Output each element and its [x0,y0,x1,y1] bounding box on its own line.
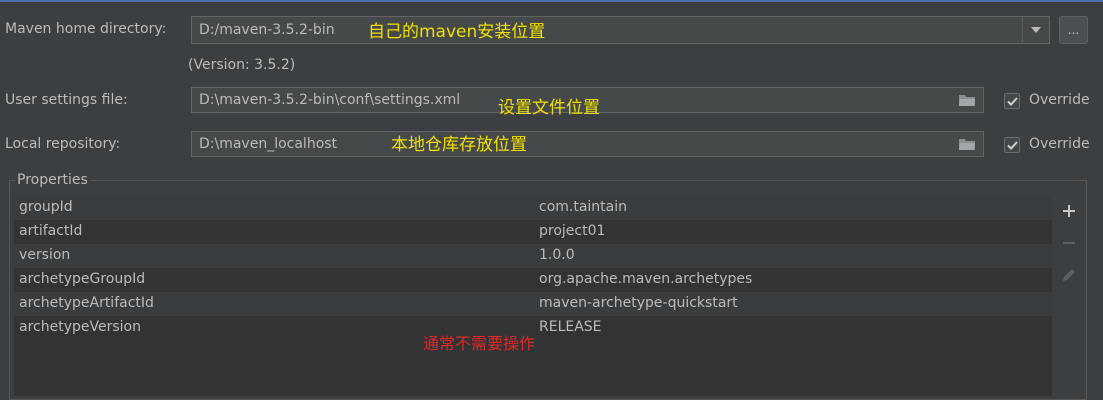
property-value: project01 [539,223,606,239]
maven-home-dropdown-button[interactable] [1022,16,1050,44]
table-row[interactable]: archetypeArtifactId maven-archetype-quic… [14,292,1052,316]
property-key: archetypeArtifactId [19,295,154,311]
maven-version-text: (Version: 3.5.2) [188,57,296,73]
user-settings-label: User settings file: [5,92,128,108]
window-top-border [0,0,1103,2]
local-repo-input[interactable]: D:\maven_localhost [191,131,984,157]
folder-icon[interactable] [959,138,975,150]
property-value: com.taintain [539,199,628,215]
checkmark-icon [1006,96,1018,106]
local-repo-override-checkbox[interactable] [1004,137,1020,153]
property-value: RELEASE [539,319,602,335]
property-key: groupId [19,199,73,215]
properties-title: Properties [15,172,90,188]
properties-table[interactable]: groupId com.taintain artifactId project0… [14,196,1052,396]
maven-home-annotation: 自己的maven安装位置 [368,22,546,42]
maven-home-input[interactable]: D:/maven-3.5.2-bin [191,16,1023,44]
local-repo-label: Local repository: [5,136,121,152]
property-value: maven-archetype-quickstart [539,295,738,311]
table-row[interactable]: archetypeGroupId org.apache.maven.archet… [14,268,1052,292]
maven-home-label: Maven home directory: [5,21,167,37]
user-settings-override-checkbox[interactable] [1004,93,1020,109]
remove-property-button[interactable] [1058,232,1080,254]
local-repo-value: D:\maven_localhost [199,136,338,152]
chevron-down-icon [1031,27,1041,33]
browse-button-label: ... [1067,23,1080,37]
table-row[interactable]: version 1.0.0 [14,244,1052,268]
table-row[interactable]: artifactId project01 [14,220,1052,244]
folder-icon[interactable] [959,94,975,106]
edit-property-button[interactable] [1058,264,1080,286]
property-key: archetypeGroupId [19,271,146,287]
property-key: artifactId [19,223,83,239]
property-key: archetypeVersion [19,319,141,335]
property-value: org.apache.maven.archetypes [539,271,753,287]
pencil-icon [1063,269,1075,281]
property-value: 1.0.0 [539,247,575,263]
maven-home-browse-button[interactable]: ... [1059,16,1088,44]
property-key: version [19,247,71,263]
checkmark-icon [1006,140,1018,150]
table-row[interactable]: groupId com.taintain [14,196,1052,220]
properties-annotation: 通常不需要操作 [423,334,536,353]
local-repo-annotation: 本地仓库存放位置 [391,135,527,155]
plus-icon [1063,205,1075,217]
minus-icon [1063,242,1075,244]
local-repo-override-label[interactable]: Override [1029,136,1090,152]
add-property-button[interactable] [1058,200,1080,222]
user-settings-annotation: 设置文件位置 [498,98,600,118]
user-settings-value: D:\maven-3.5.2-bin\conf\settings.xml [199,92,461,108]
maven-home-value: D:/maven-3.5.2-bin [199,22,335,38]
user-settings-override-label[interactable]: Override [1029,92,1090,108]
